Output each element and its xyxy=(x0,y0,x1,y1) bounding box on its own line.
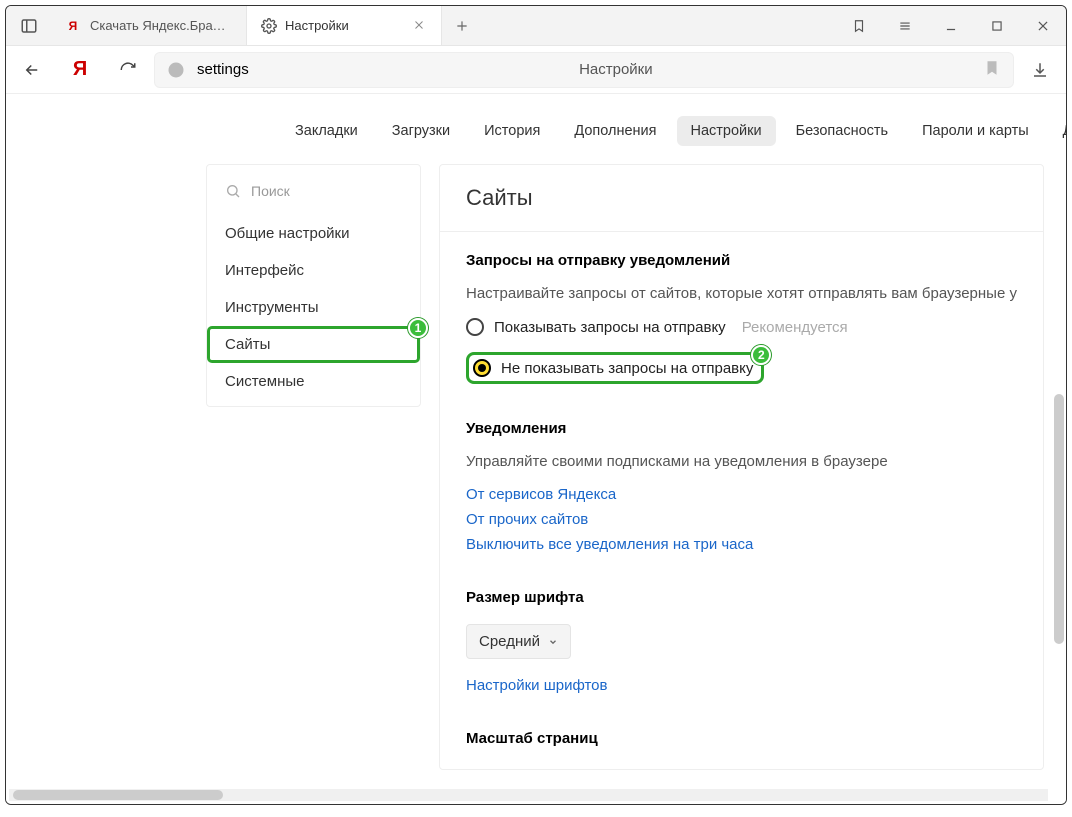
sidebar-item-sites[interactable]: Сайты 1 xyxy=(207,326,420,363)
site-info-icon[interactable] xyxy=(167,61,185,79)
section-heading: Уведомления xyxy=(466,420,1017,437)
address-bar[interactable]: settings Настройки xyxy=(154,52,1014,88)
page-title-label: Настройки xyxy=(261,61,971,78)
section-heading: Запросы на отправку уведомлений xyxy=(466,252,1017,269)
sidebar-item-interface[interactable]: Интерфейс xyxy=(207,252,420,289)
yandex-favicon-icon: Я xyxy=(66,18,82,34)
vertical-scrollbar[interactable] xyxy=(1054,394,1064,644)
settings-page: Закладки Загрузки История Дополнения Нас… xyxy=(6,94,1066,804)
nav-other-devices[interactable]: Другие устро xyxy=(1049,116,1066,146)
horizontal-scrollbar[interactable] xyxy=(9,789,1048,801)
settings-topnav: Закладки Загрузки История Дополнения Нас… xyxy=(281,94,1066,164)
bookmarks-flag-icon[interactable] xyxy=(836,6,882,45)
address-bar-text: settings xyxy=(197,61,249,78)
bookmark-icon[interactable] xyxy=(983,59,1001,80)
scrollbar-thumb[interactable] xyxy=(13,790,223,800)
section-description: Настраивайте запросы от сайтов, которые … xyxy=(466,283,1017,304)
back-button[interactable] xyxy=(10,46,54,93)
close-tab-icon[interactable] xyxy=(413,19,427,33)
annotation-badge-2: 2 xyxy=(751,345,771,365)
section-font-size: Размер шрифта Средний Настройки шрифтов xyxy=(440,569,1043,710)
link-yandex-services[interactable]: От сервисов Яндекса xyxy=(466,486,1017,503)
link-mute-3h[interactable]: Выключить все уведомления на три часа xyxy=(466,536,1017,553)
window-close-button[interactable] xyxy=(1020,6,1066,45)
menu-button[interactable] xyxy=(882,6,928,45)
section-description: Управляйте своими подписками на уведомле… xyxy=(466,451,1017,472)
radio-hide-requests[interactable]: Не показывать запросы на отправку 2 xyxy=(466,352,764,384)
yandex-home-button[interactable]: Я xyxy=(58,46,102,93)
nav-history[interactable]: История xyxy=(470,116,554,146)
browser-window: Я Скачать Яндекс.Браузер д Настройки xyxy=(5,5,1067,805)
window-controls xyxy=(836,6,1066,45)
sidebar-item-label: Сайты xyxy=(225,336,270,353)
toolbar: Я settings Настройки xyxy=(6,46,1066,94)
downloads-button[interactable] xyxy=(1018,46,1062,93)
sidebar-panels-button[interactable] xyxy=(6,6,52,45)
section-notifications: Уведомления Управляйте своими подписками… xyxy=(440,400,1043,569)
sidebar-search-placeholder: Поиск xyxy=(251,183,290,199)
section-heading: Масштаб страниц xyxy=(466,730,1017,747)
section-heading: Размер шрифта xyxy=(466,589,1017,606)
reload-button[interactable] xyxy=(106,46,150,93)
new-tab-button[interactable] xyxy=(442,6,482,45)
radio-icon xyxy=(466,318,484,336)
titlebar: Я Скачать Яндекс.Браузер д Настройки xyxy=(6,6,1066,46)
sidebar-search[interactable]: Поиск xyxy=(207,171,420,215)
gear-icon xyxy=(261,18,277,34)
chevron-down-icon xyxy=(548,637,558,647)
sidebar-item-tools[interactable]: Инструменты xyxy=(207,289,420,326)
nav-settings[interactable]: Настройки xyxy=(677,116,776,146)
nav-passwords[interactable]: Пароли и карты xyxy=(908,116,1043,146)
svg-text:Я: Я xyxy=(69,19,78,33)
link-font-settings[interactable]: Настройки шрифтов xyxy=(466,677,1017,694)
section-page-scale: Масштаб страниц xyxy=(440,710,1043,769)
tab-yandex-download[interactable]: Я Скачать Яндекс.Браузер д xyxy=(52,6,247,45)
radio-label: Показывать запросы на отправку xyxy=(494,319,726,336)
radio-label: Не показывать запросы на отправку xyxy=(501,360,753,377)
settings-main-panel: Сайты Запросы на отправку уведомлений На… xyxy=(439,164,1044,770)
nav-downloads[interactable]: Загрузки xyxy=(378,116,464,146)
section-notification-requests: Запросы на отправку уведомлений Настраив… xyxy=(440,232,1043,400)
tab-label: Скачать Яндекс.Браузер д xyxy=(90,18,232,33)
radio-show-requests[interactable]: Показывать запросы на отправку Рекоменду… xyxy=(466,318,1017,336)
nav-security[interactable]: Безопасность xyxy=(782,116,903,146)
nav-bookmarks[interactable]: Закладки xyxy=(281,116,372,146)
tab-label: Настройки xyxy=(285,18,349,33)
sidebar-item-general[interactable]: Общие настройки xyxy=(207,215,420,252)
font-size-select[interactable]: Средний xyxy=(466,624,571,659)
annotation-badge-1: 1 xyxy=(408,318,428,338)
nav-addons[interactable]: Дополнения xyxy=(560,116,670,146)
panel-title: Сайты xyxy=(440,165,1043,232)
tab-settings[interactable]: Настройки xyxy=(247,6,442,45)
link-other-sites[interactable]: От прочих сайтов xyxy=(466,511,1017,528)
select-value: Средний xyxy=(479,633,540,650)
settings-sidebar: Поиск Общие настройки Интерфейс Инструме… xyxy=(206,164,421,407)
sidebar-item-system[interactable]: Системные xyxy=(207,363,420,400)
window-maximize-button[interactable] xyxy=(974,6,1020,45)
radio-hint: Рекомендуется xyxy=(742,319,848,336)
window-minimize-button[interactable] xyxy=(928,6,974,45)
radio-icon xyxy=(473,359,491,377)
